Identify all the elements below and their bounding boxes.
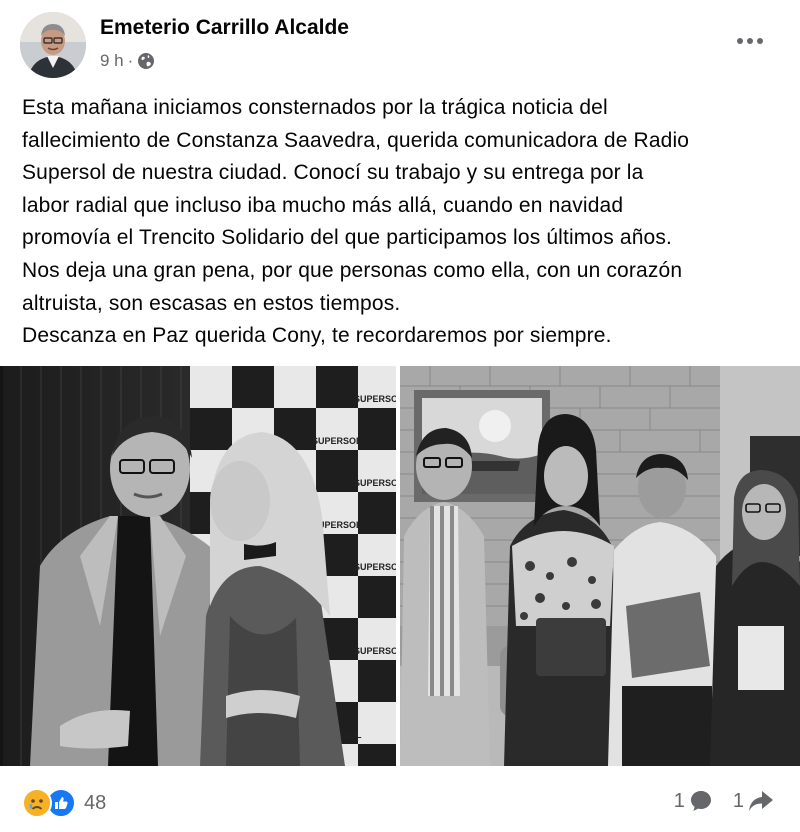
sad-reaction-icon: [22, 788, 52, 818]
post-footer: 48 1 1: [0, 772, 800, 832]
post-text-line: labor radial que incluso iba mucho más a…: [22, 193, 624, 217]
post-text-line: Nos deja una gran pena, por que personas…: [22, 258, 683, 282]
shares-stat[interactable]: 1: [733, 789, 774, 813]
avatar-image: [20, 12, 86, 78]
facebook-post: Emeterio Carrillo Alcalde 9 h · Esta mañ…: [0, 0, 800, 832]
comments-stat[interactable]: 1: [674, 789, 713, 813]
post-time[interactable]: 9 h: [100, 51, 124, 71]
author-name[interactable]: Emeterio Carrillo Alcalde: [100, 16, 349, 40]
post-text-line: fallecimiento de Constanza Saavedra, que…: [22, 128, 690, 152]
globe-icon: [137, 52, 155, 70]
backdrop-logo-text: SUPERSOL: [354, 646, 396, 656]
post-text-line: Supersol de nuestra ciudad. Conocí su tr…: [22, 161, 644, 185]
meta-separator: ·: [127, 51, 134, 70]
backdrop-logo-text: SUPERSOL: [312, 436, 362, 446]
author-avatar[interactable]: [20, 12, 86, 78]
reactions-summary[interactable]: 48: [22, 788, 106, 818]
backdrop-logo-text: SUPERSOL: [354, 478, 396, 488]
photo-group[interactable]: [400, 366, 800, 766]
more-options-icon[interactable]: [730, 26, 770, 56]
backdrop-logo-text: SUPERSOL: [354, 562, 396, 572]
post-text-line: promovía el Trencito Solidario del que p…: [22, 226, 672, 250]
backdrop-logo-text: SUPERSOL: [354, 394, 396, 404]
post-text-line: Descanza en Paz querida Cony, te recorda…: [22, 324, 612, 348]
share-count: 1: [732, 789, 744, 812]
share-icon: [749, 791, 773, 811]
post-header: Emeterio Carrillo Alcalde 9 h ·: [0, 0, 800, 90]
reaction-count: 48: [84, 791, 107, 814]
post-stats: 1 1: [674, 789, 774, 813]
comment-count: 1: [673, 789, 685, 812]
post-text: Esta mañana iniciamos consternados por l…: [22, 92, 792, 353]
comment-icon: [690, 791, 711, 811]
post-meta: 9 h ·: [100, 51, 155, 71]
post-photos: SUPERSOL SUPERSOL SUPERSOL SUPERSOL SUPE…: [0, 366, 800, 766]
photo-studio-portrait[interactable]: SUPERSOL SUPERSOL SUPERSOL SUPERSOL SUPE…: [0, 366, 396, 766]
post-text-line: Esta mañana iniciamos consternados por l…: [22, 96, 608, 119]
post-text-line: altruista, son escasas en estos tiempos.: [22, 291, 401, 315]
